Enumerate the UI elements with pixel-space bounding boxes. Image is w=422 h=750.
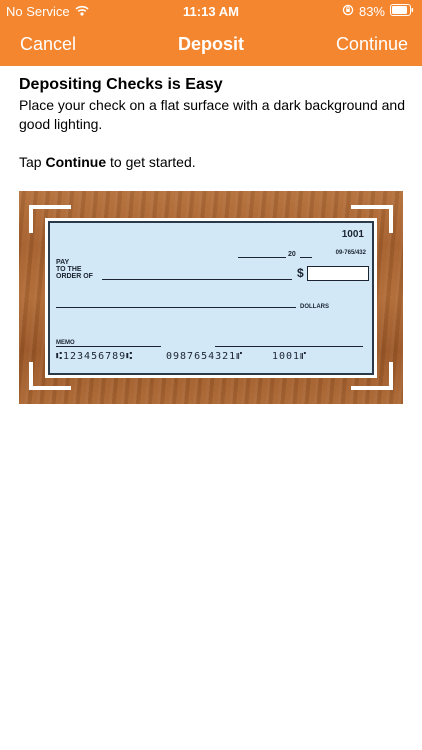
instructions-heading: Depositing Checks is Easy	[19, 76, 223, 93]
memo-line	[56, 346, 161, 347]
tap-continue-bold: Continue	[45, 154, 107, 170]
pay-label: PAY	[56, 259, 70, 266]
check-illustration: 1001 09-765/432 20 PAY TO THE ORDER OF $…	[19, 191, 403, 404]
check-face: 1001 09-765/432 20 PAY TO THE ORDER OF $…	[48, 221, 374, 375]
micr-account: 0987654321⑈	[166, 351, 244, 362]
to-the-label: TO THE	[56, 266, 82, 273]
status-right: 83%	[342, 4, 414, 19]
order-of-label: ORDER OF	[56, 273, 93, 280]
tap-prefix: Tap	[19, 154, 46, 170]
dollars-label: DOLLARS	[300, 304, 329, 310]
sample-check: 1001 09-765/432 20 PAY TO THE ORDER OF $…	[45, 218, 377, 378]
tap-suffix: to get started.	[106, 154, 196, 170]
navigation-bar: Cancel Deposit Continue	[0, 22, 422, 66]
routing-fraction: 09-765/432	[335, 250, 366, 256]
signature-line	[215, 346, 363, 347]
date-line-end	[300, 257, 312, 258]
check-number: 1001	[341, 229, 364, 240]
micr-routing: ⑆123456789⑆	[56, 351, 134, 362]
amount-words-line	[56, 307, 296, 308]
micr-check-number: 1001⑈	[272, 351, 308, 362]
date-year-label: 20	[288, 251, 296, 258]
amount-box	[307, 266, 369, 281]
instructions: Depositing Checks is Easy Place your che…	[19, 75, 409, 172]
tap-continue-text: Tap Continue to get started.	[19, 153, 409, 172]
orientation-lock-icon	[342, 4, 354, 19]
payee-line	[102, 279, 292, 280]
instructions-text: Place your check on a flat surface with …	[19, 97, 405, 132]
battery-icon	[390, 4, 414, 19]
date-line	[238, 257, 286, 258]
status-bar: No Service 11:13 AM 83%	[0, 0, 422, 22]
dollar-sign: $	[297, 266, 304, 280]
continue-button[interactable]: Continue	[336, 34, 408, 55]
battery-label: 83%	[358, 4, 385, 19]
